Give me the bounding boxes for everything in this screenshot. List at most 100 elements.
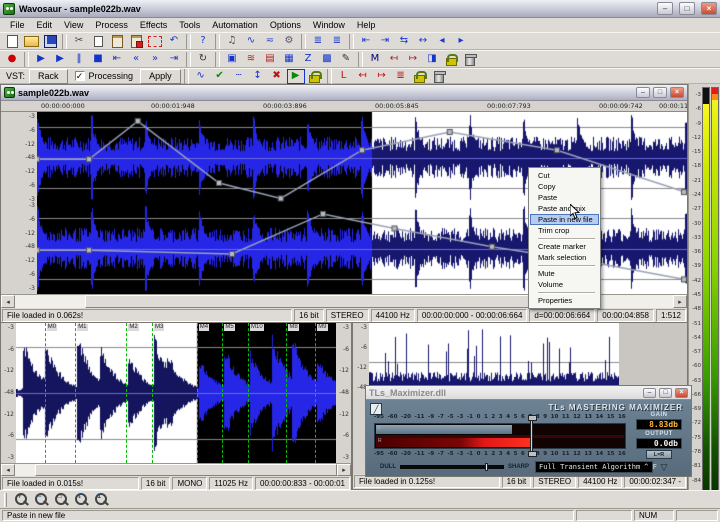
audio-marker[interactable]: M1 — [75, 323, 76, 463]
dull-sharp-slider[interactable] — [400, 465, 504, 469]
envelope-lock-icon[interactable] — [306, 69, 324, 84]
menu-item-paste[interactable]: Paste — [530, 192, 599, 203]
zoom-vertical-icon[interactable]: ↕ — [73, 492, 91, 507]
menu-item[interactable]: File — [4, 19, 31, 31]
lock-markers-icon[interactable] — [442, 52, 460, 67]
toolbar-grip[interactable] — [4, 493, 7, 507]
menu-item-cut[interactable]: Cut — [530, 170, 599, 181]
menu-item-mute[interactable]: Mute — [530, 268, 599, 279]
help-icon[interactable]: ? — [194, 34, 212, 49]
batch-convert-icon[interactable]: ≣ — [328, 34, 346, 49]
undo-icon[interactable]: ↶ — [165, 34, 183, 49]
delete-markers-icon[interactable] — [461, 52, 479, 67]
zoom-out-icon[interactable]: − — [33, 492, 51, 507]
mixer-icon[interactable]: ≂ — [261, 34, 279, 49]
loop-point-icon[interactable]: L — [335, 69, 353, 84]
apply-button[interactable]: Apply — [140, 69, 181, 84]
stop-icon[interactable]: ■ — [89, 52, 107, 67]
menu-item-paste-in-new-file[interactable]: Paste in new file — [530, 214, 599, 225]
fit-all-icon[interactable]: ⇥ — [376, 34, 394, 49]
child-maximize-button[interactable]: □ — [653, 87, 667, 98]
channel-convert-icon[interactable]: ◨ — [423, 52, 441, 67]
loop-end-icon[interactable]: ↦ — [373, 69, 391, 84]
next-file-icon[interactable]: ▸ — [452, 34, 470, 49]
patch-icon[interactable]: ∿ — [242, 34, 260, 49]
menu-item[interactable]: Edit — [31, 19, 59, 31]
menu-item-paste-and-mix[interactable]: Paste and mix — [530, 203, 599, 214]
envelope-play-icon[interactable]: ▶ — [287, 69, 305, 84]
scroll-right-icon[interactable]: ▸ — [337, 464, 351, 476]
envelope-clear-icon[interactable]: ✖ — [268, 69, 286, 84]
envelope-show-icon[interactable]: ∿ — [192, 69, 210, 84]
stretch-icon[interactable]: ↔ — [414, 34, 432, 49]
go-start-icon[interactable]: ⇤ — [108, 52, 126, 67]
prev-file-icon[interactable]: ◂ — [433, 34, 451, 49]
scroll-thumb[interactable] — [35, 464, 337, 476]
cut-icon[interactable]: ✂ — [70, 34, 88, 49]
paste-mix-icon[interactable] — [127, 34, 145, 49]
menu-item[interactable]: Window — [307, 19, 351, 31]
child-minimize-button[interactable]: – — [636, 87, 650, 98]
waveform-display-mid[interactable] — [369, 323, 619, 393]
play-icon[interactable]: ▶ — [51, 52, 69, 67]
envelope-points-icon[interactable]: ┄ — [230, 69, 248, 84]
marker-end-icon[interactable]: ↦ — [404, 52, 422, 67]
link-channels-button[interactable]: L=R — [646, 450, 672, 459]
minimize-button[interactable]: – — [657, 2, 673, 15]
pause-icon[interactable]: ‖ — [70, 52, 88, 67]
envelope-apply-icon[interactable]: ✔ — [211, 69, 229, 84]
new-file-icon[interactable] — [3, 34, 21, 49]
gain-value[interactable]: 8.83db — [636, 419, 682, 430]
mono-hscrollbar[interactable]: ◂ ▸ — [1, 463, 351, 476]
exchange-icon[interactable]: ⇆ — [395, 34, 413, 49]
child-close-button[interactable]: × — [670, 87, 684, 98]
threshold-slider[interactable] — [530, 418, 533, 454]
loop-icon[interactable]: ↻ — [194, 52, 212, 67]
copy-icon[interactable] — [89, 34, 107, 49]
zoom-all-icon[interactable]: 1 — [93, 492, 111, 507]
paste-icon[interactable] — [108, 34, 126, 49]
statistics-icon[interactable]: ≋ — [242, 52, 260, 67]
replace-icon[interactable]: ▤ — [261, 52, 279, 67]
scroll-thumb[interactable] — [85, 295, 583, 308]
rewind-icon[interactable]: « — [127, 52, 145, 67]
marker-start-icon[interactable]: ↤ — [385, 52, 403, 67]
plugin-minimize-button[interactable]: – — [643, 388, 656, 398]
audio-marker[interactable]: M8 — [286, 323, 287, 463]
menu-item[interactable]: View — [58, 19, 89, 31]
batch-process-icon[interactable]: ≣ — [309, 34, 327, 49]
menu-item-create-marker[interactable]: Create marker — [530, 241, 599, 252]
record-icon[interactable]: ● — [3, 52, 21, 67]
delete-loops-icon[interactable] — [430, 69, 448, 84]
plugin-maximize-button[interactable]: □ — [659, 388, 672, 398]
menu-item-copy[interactable]: Copy — [530, 181, 599, 192]
menu-item[interactable]: Effects — [134, 19, 173, 31]
output-value[interactable]: 0.0db — [636, 438, 682, 449]
zoom-in-icon[interactable]: + — [13, 492, 31, 507]
plugin-titlebar[interactable]: TLs_Maximizer.dll – □ × — [366, 386, 691, 400]
open-file-icon[interactable] — [22, 34, 40, 49]
zero-cross-icon[interactable]: Z — [299, 52, 317, 67]
menu-item[interactable]: Help — [351, 19, 382, 31]
fast-forward-icon[interactable]: » — [146, 52, 164, 67]
marker-icon[interactable]: M — [366, 52, 384, 67]
insert-icon[interactable]: ▣ — [223, 52, 241, 67]
plugin-close-button[interactable]: × — [675, 388, 688, 398]
audio-marker[interactable]: M5 — [222, 323, 223, 463]
algorithm-display[interactable]: Full Transient Algorithm ^ F — [535, 461, 653, 473]
menu-item-volume[interactable]: Volume — [530, 279, 599, 290]
audio-marker[interactable]: M10 — [248, 323, 249, 463]
lock-loops-icon[interactable] — [411, 69, 429, 84]
menu-item[interactable]: Process — [89, 19, 134, 31]
go-end-icon[interactable]: ⇥ — [165, 52, 183, 67]
processing-checkbox[interactable]: ✓ — [75, 71, 85, 81]
audio-marker[interactable]: M3 — [152, 323, 153, 463]
audio-marker[interactable]: M0 — [45, 323, 46, 463]
menu-item[interactable]: Tools — [173, 19, 206, 31]
close-button[interactable]: × — [701, 2, 717, 15]
save-file-icon[interactable] — [41, 34, 59, 49]
preset-funnel-icon[interactable]: ▽ — [657, 461, 671, 473]
fit-selection-icon[interactable]: ⇤ — [357, 34, 375, 49]
zoom-selection-icon[interactable]: ▭ — [53, 492, 71, 507]
child-titlebar[interactable]: sample022b.wav – □ × — [1, 85, 687, 101]
